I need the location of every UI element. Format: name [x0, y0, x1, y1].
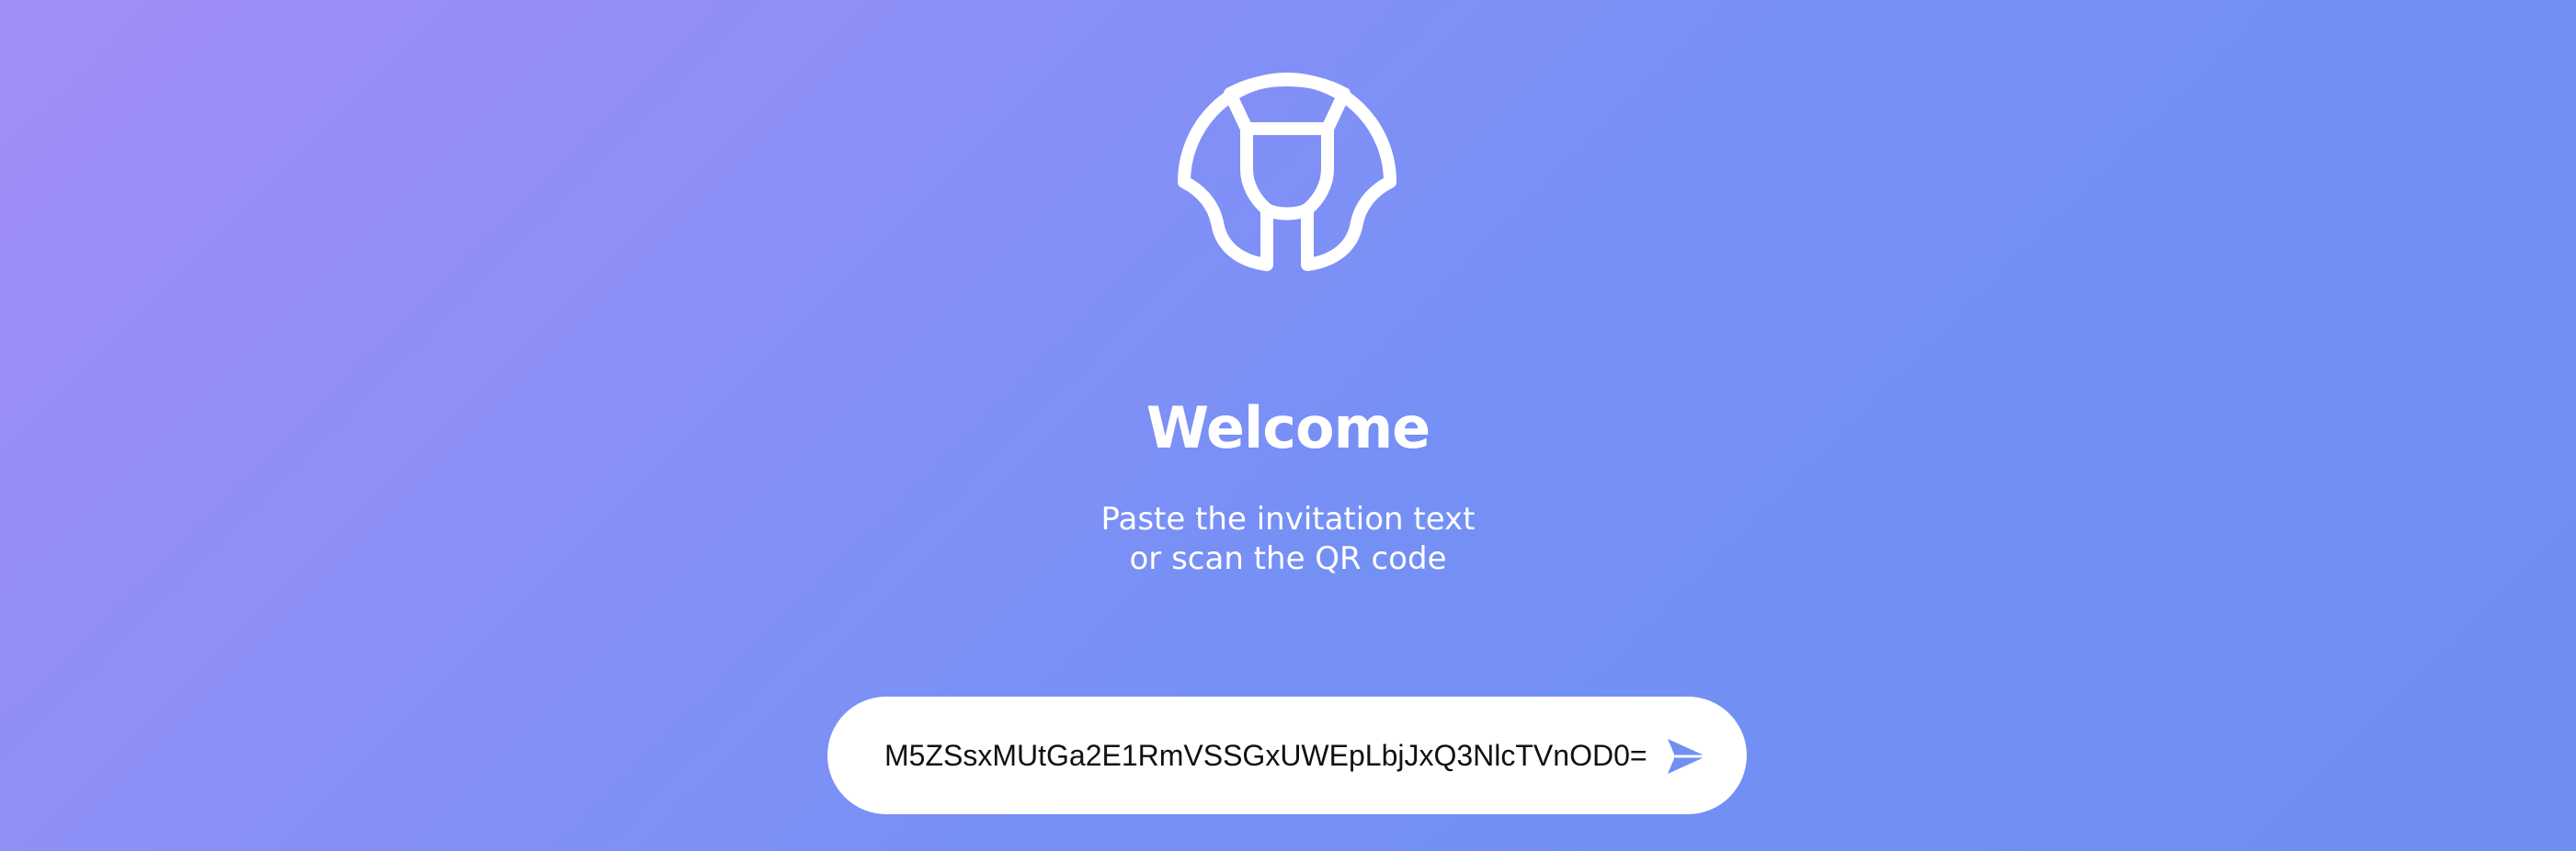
welcome-title: Welcome	[1146, 394, 1430, 461]
send-button[interactable]	[1664, 733, 1710, 779]
invitation-text-input[interactable]	[884, 728, 1657, 783]
subtitle-line-1: Paste the invitation text	[1100, 501, 1476, 538]
invitation-input-container	[827, 697, 1747, 814]
welcome-subtitle: Paste the invitation text or scan the QR…	[0, 500, 2576, 579]
send-icon	[1668, 739, 1706, 774]
subtitle-line-2: or scan the QR code	[1129, 540, 1447, 577]
app-logo-icon	[1175, 57, 1399, 276]
